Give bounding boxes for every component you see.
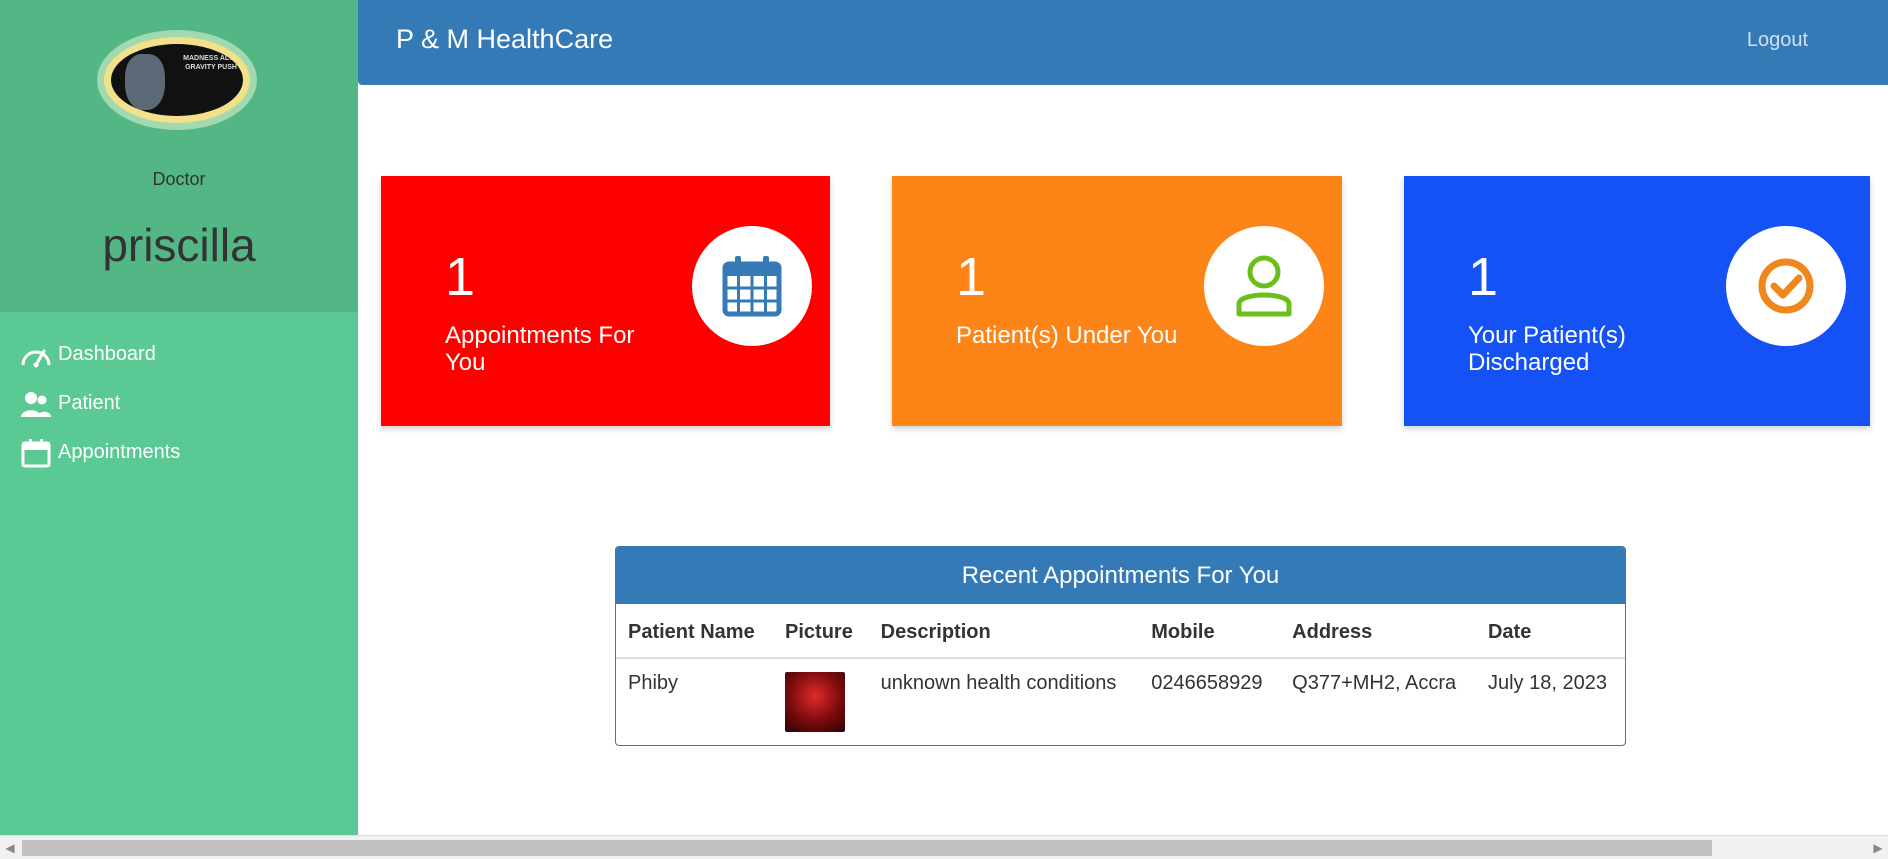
patient-address: Q377+MH2, Accra bbox=[1292, 672, 1457, 694]
panel-title: Recent Appointments For You bbox=[616, 547, 1625, 604]
patient-picture bbox=[785, 672, 846, 732]
column-header: Address bbox=[1280, 604, 1476, 659]
column-header: Description bbox=[868, 604, 1140, 659]
sidebar-item-label: Appointments bbox=[58, 441, 181, 463]
patient-name: Phiby bbox=[628, 672, 679, 694]
table-header-row: Patient Name Picture Description Mobile … bbox=[616, 604, 1625, 659]
brand-title[interactable]: P & M HealthCare bbox=[396, 24, 613, 55]
discharged-card-label: Your Patient(s) Discharged bbox=[1468, 322, 1626, 376]
patients-card: 1 Patient(s) Under You bbox=[892, 176, 1342, 426]
check-circle-icon bbox=[1726, 226, 1846, 346]
sidebar-item-patient[interactable]: Patient bbox=[0, 379, 358, 428]
appointments-card-label: Appointments For You bbox=[445, 322, 635, 376]
column-header: Date bbox=[1475, 604, 1625, 659]
patients-card-label: Patient(s) Under You bbox=[956, 322, 1178, 349]
appointments-count: 1 bbox=[445, 247, 476, 307]
scroll-left-icon[interactable]: ◀ bbox=[2, 840, 18, 856]
discharged-count: 1 bbox=[1468, 247, 1499, 307]
logout-link[interactable]: Logout bbox=[1747, 29, 1808, 52]
column-header: Patient Name bbox=[616, 604, 774, 659]
calendar-icon bbox=[692, 226, 812, 346]
appointments-table: Patient Name Picture Description Mobile … bbox=[616, 604, 1625, 742]
sidebar-item-label: Dashboard bbox=[58, 343, 156, 365]
recent-appointments-panel: Recent Appointments For You Patient Name… bbox=[615, 546, 1626, 746]
user-icon bbox=[1204, 226, 1324, 346]
calendar-icon bbox=[20, 437, 52, 469]
sidebar-nav: Dashboard Patient Appointments bbox=[0, 330, 358, 477]
speedometer-icon bbox=[20, 339, 52, 371]
sidebar-item-label: Patient bbox=[58, 392, 121, 414]
username: priscilla bbox=[102, 219, 256, 271]
column-header: Mobile bbox=[1139, 604, 1281, 659]
sidebar: MADNESS ALOT GRAVITY PUSH Doctor priscil… bbox=[0, 0, 358, 835]
profile-panel: MADNESS ALOT GRAVITY PUSH Doctor priscil… bbox=[0, 0, 358, 312]
avatar: MADNESS ALOT GRAVITY PUSH bbox=[97, 30, 257, 130]
scrollbar-thumb[interactable] bbox=[22, 840, 1712, 856]
discharged-card: 1 Your Patient(s) Discharged bbox=[1404, 176, 1870, 426]
column-header: Picture bbox=[773, 604, 869, 659]
appointment-description: unknown health conditions bbox=[880, 672, 1117, 694]
user-role: Doctor bbox=[152, 169, 206, 189]
appointments-card: 1 Appointments For You bbox=[381, 176, 830, 426]
appointment-date: July 18, 2023 bbox=[1487, 672, 1607, 694]
table-row: Phiby unknown health conditions 02466589… bbox=[616, 658, 1625, 742]
sidebar-item-dashboard[interactable]: Dashboard bbox=[0, 330, 358, 379]
avatar-text: MADNESS ALOT GRAVITY PUSH bbox=[183, 55, 239, 71]
top-navbar: P & M HealthCare Logout bbox=[358, 0, 1888, 85]
patients-count: 1 bbox=[956, 247, 987, 307]
patient-mobile: 0246658929 bbox=[1151, 672, 1263, 694]
avatar-face bbox=[125, 54, 165, 110]
users-icon bbox=[20, 388, 52, 420]
sidebar-item-appointments[interactable]: Appointments bbox=[0, 428, 358, 477]
horizontal-scrollbar[interactable]: ◀ ▶ bbox=[0, 835, 1888, 859]
scroll-right-icon[interactable]: ▶ bbox=[1870, 840, 1886, 856]
